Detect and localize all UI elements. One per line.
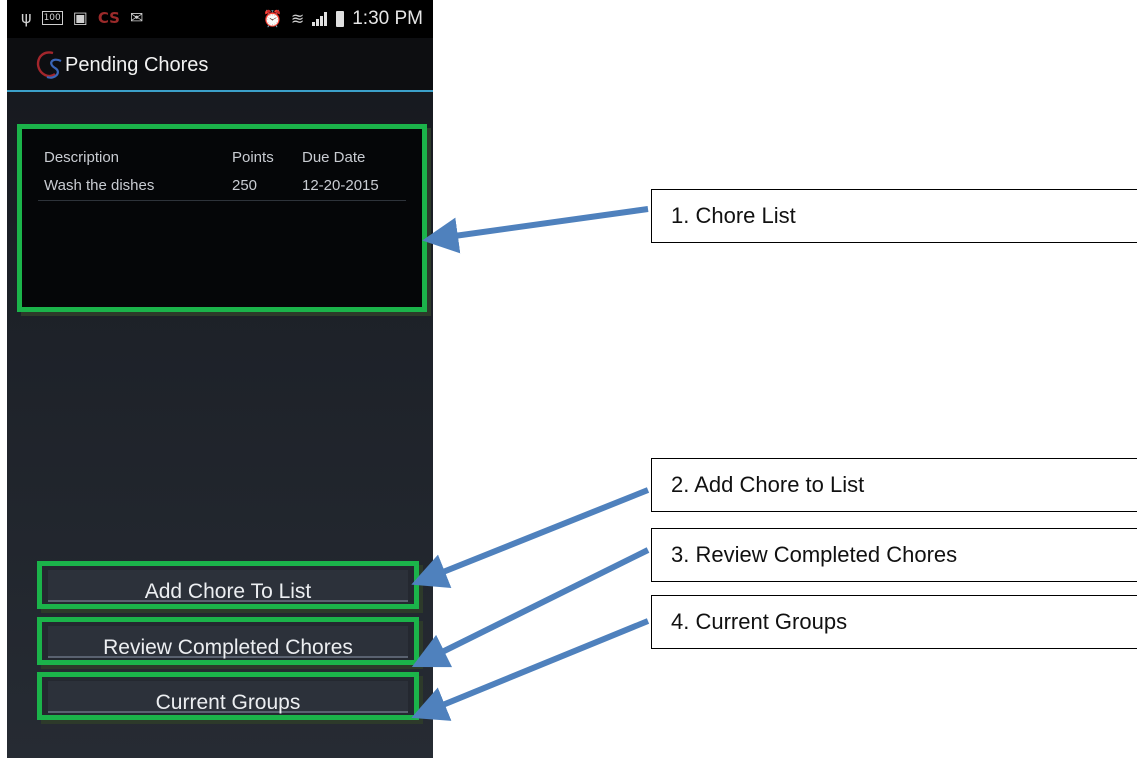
callout-add-chore: 2. Add Chore to List <box>651 458 1137 512</box>
callout-1-text: 1. Chore List <box>671 203 796 228</box>
callout-review-completed: 3. Review Completed Chores <box>651 528 1137 582</box>
arrow-1 <box>422 206 649 254</box>
callout-current-groups: 4. Current Groups <box>651 595 1137 649</box>
callout-3-text: 3. Review Completed Chores <box>671 542 958 567</box>
callout-2-text: 2. Add Chore to List <box>671 472 865 497</box>
callout-chore-list: 1. Chore List <box>651 189 1137 243</box>
callout-4-text: 4. Current Groups <box>671 609 848 634</box>
arrow-4 <box>411 618 650 721</box>
